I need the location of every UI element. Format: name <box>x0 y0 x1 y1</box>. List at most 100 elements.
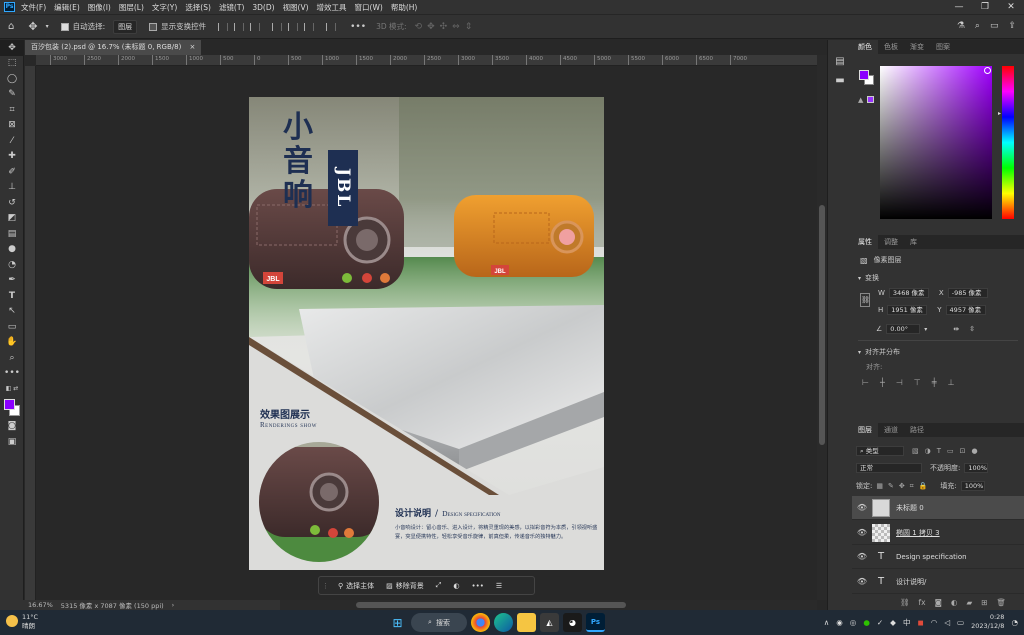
share-icon[interactable]: ⇪ <box>1008 21 1016 31</box>
dodge-tool-icon[interactable]: ◔ <box>0 257 24 273</box>
layer-filter-dropdown[interactable]: ⌕ 类型 <box>856 446 904 456</box>
new-layer-icon[interactable]: ⊞ <box>981 598 987 607</box>
link-dimensions-icon[interactable]: ⛓ <box>860 293 870 307</box>
screen-mode-icon[interactable]: ▣ <box>0 434 24 450</box>
align-v-centers-icon[interactable]: ╪ <box>932 378 937 387</box>
hue-slider-handle[interactable]: ▸ <box>998 110 1001 117</box>
eye-icon[interactable]: 👁 <box>852 552 872 561</box>
tab-adjustments[interactable]: 调整 <box>878 235 904 249</box>
vertical-scroll-thumb[interactable] <box>819 205 825 445</box>
menu-file[interactable]: 文件(F) <box>21 2 46 13</box>
volume-icon[interactable]: ◁ <box>944 618 950 627</box>
ime-indicator[interactable]: 中 <box>903 617 911 628</box>
more-options-icon[interactable]: ••• <box>350 22 366 32</box>
align-right-edges-icon[interactable]: ⊣ <box>896 378 903 387</box>
adjustment-layer-icon[interactable]: ◐ <box>951 598 958 607</box>
tab-libraries[interactable]: 库 <box>904 235 923 249</box>
flask-icon[interactable]: ⚗ <box>957 21 965 31</box>
tray-app-icon-2[interactable]: ◎ <box>850 618 857 627</box>
flip-horizontal-icon[interactable]: ⇹ <box>953 325 959 333</box>
transform-controls-checkbox[interactable] <box>149 22 158 31</box>
document-tab[interactable]: 百汐包装 (2).psd @ 16.7% (未标题 0, RGB/8) × <box>25 40 202 55</box>
document-tab-close-icon[interactable]: × <box>190 43 196 51</box>
align-left-icon[interactable] <box>218 22 229 31</box>
type-tool-icon[interactable]: T <box>0 288 24 304</box>
layer-row[interactable]: 👁 T Design specification <box>852 545 1024 569</box>
layer-row[interactable]: 👁 未标题 0 <box>852 496 1024 520</box>
align-top-icon[interactable] <box>272 22 283 31</box>
document-info[interactable]: 5315 像素 x 7087 像素 (150 ppi) <box>61 600 164 610</box>
artwork[interactable]: JBL JBL 小 音 响 JBL 效果图展示 Renderings show … <box>249 97 604 570</box>
restore-button[interactable]: ❐ <box>972 0 998 14</box>
align-chevron-icon[interactable]: ▾ <box>858 349 861 356</box>
color-field[interactable] <box>880 66 992 219</box>
eyedropper-tool-icon[interactable]: ⁄ <box>0 133 24 149</box>
history-icon[interactable]: ▤ <box>828 56 852 67</box>
zoom-level[interactable]: 16.67% <box>28 601 53 609</box>
move-tool-icon[interactable]: ✥ <box>0 40 24 56</box>
pen-tool-icon[interactable]: ✒ <box>0 273 24 289</box>
default-colors-icon[interactable]: ◧ ⇄ <box>0 381 24 397</box>
color-swatches[interactable] <box>0 397 24 419</box>
photoshop-taskbar-icon[interactable]: Ps <box>586 613 605 632</box>
shape-tool-icon[interactable]: ▭ <box>0 319 24 335</box>
frame-tool-icon[interactable]: ⊠ <box>0 118 24 134</box>
more-button[interactable]: ••• <box>465 582 489 590</box>
tab-swatches[interactable]: 色板 <box>878 40 904 54</box>
lasso-tool-icon[interactable]: ◯ <box>0 71 24 87</box>
clock[interactable]: 0:28 2023/12/8 <box>971 613 1004 631</box>
tab-patterns[interactable]: 图案 <box>930 40 956 54</box>
status-arrow-icon[interactable]: › <box>172 601 175 609</box>
show-hidden-icons[interactable]: ∧ <box>824 618 830 627</box>
x-input[interactable]: -985 像素 <box>947 288 988 298</box>
menu-edit[interactable]: 编辑(E) <box>54 2 80 13</box>
select-subject-button[interactable]: ⚲ 选择主体 <box>332 581 380 591</box>
taskbar-search[interactable]: ⌕ 搜索 <box>411 613 467 632</box>
tray-app-icon-5[interactable]: ◼ <box>917 618 923 627</box>
lock-icons[interactable]: ▦✎✥⌗🔒 <box>876 482 932 491</box>
eye-icon[interactable]: 👁 <box>852 503 872 512</box>
align-h-centers-icon[interactable]: ┼ <box>880 378 885 387</box>
transform-chevron-icon[interactable]: ▾ <box>858 275 861 282</box>
search-icon[interactable]: ⌕ <box>975 21 980 31</box>
menu-plugins[interactable]: 增效工具 <box>317 2 347 13</box>
wechat-icon[interactable]: ● <box>863 618 870 627</box>
color-field-cursor[interactable] <box>984 67 991 74</box>
opacity-input[interactable]: 100% <box>964 463 989 473</box>
tool-preset-dropdown[interactable]: ▾ <box>46 23 49 30</box>
file-explorer-icon[interactable] <box>517 613 536 632</box>
auto-select-toggle[interactable]: 自动选择: <box>60 21 105 32</box>
link-layers-icon[interactable]: ⛓ <box>900 598 910 607</box>
menu-help[interactable]: 帮助(H) <box>391 2 418 13</box>
blend-mode-dropdown[interactable]: 正常 <box>856 463 922 473</box>
workspace-icon[interactable]: ▭ <box>990 21 999 31</box>
fg-color-mini[interactable] <box>859 70 869 80</box>
fill-input[interactable]: 100% <box>960 481 985 491</box>
battery-icon[interactable]: ▭ <box>957 618 964 627</box>
qq-icon[interactable]: ◕ <box>563 613 582 632</box>
eye-icon[interactable]: 👁 <box>852 528 872 537</box>
horizontal-scroll-thumb[interactable] <box>356 602 626 608</box>
chrome-icon[interactable] <box>471 613 490 632</box>
tab-gradients[interactable]: 渐变 <box>904 40 930 54</box>
weather-widget[interactable]: 11°C 晴朗 <box>22 613 38 631</box>
menu-view[interactable]: 视图(V) <box>283 2 309 13</box>
tab-properties[interactable]: 属性 <box>852 235 878 249</box>
crop-tool-icon[interactable]: ⌗ <box>0 102 24 118</box>
tab-layers[interactable]: 图层 <box>852 423 878 437</box>
height-input[interactable]: 1951 像素 <box>887 305 928 315</box>
align-center-icon[interactable] <box>234 22 245 31</box>
brush-tool-icon[interactable]: ✐ <box>0 164 24 180</box>
settings-sliders-icon[interactable]: ☰ <box>490 582 508 590</box>
tray-app-icon-4[interactable]: ◆ <box>890 618 896 627</box>
marquee-tool-icon[interactable]: ⬚ <box>0 56 24 72</box>
menu-filter[interactable]: 滤镜(T) <box>219 2 244 13</box>
auto-select-checkbox[interactable] <box>60 22 69 31</box>
distribute-icon[interactable] <box>326 22 337 31</box>
tray-app-icon[interactable]: ◉ <box>836 618 843 627</box>
wifi-icon[interactable]: ◠ <box>931 618 938 627</box>
tray-app-icon-3[interactable]: ✓ <box>877 618 883 627</box>
angle-input[interactable]: 0.00° <box>886 324 921 334</box>
transform-controls-toggle[interactable]: 显示变换控件 <box>149 21 206 32</box>
websafe-swatch[interactable] <box>867 96 874 103</box>
